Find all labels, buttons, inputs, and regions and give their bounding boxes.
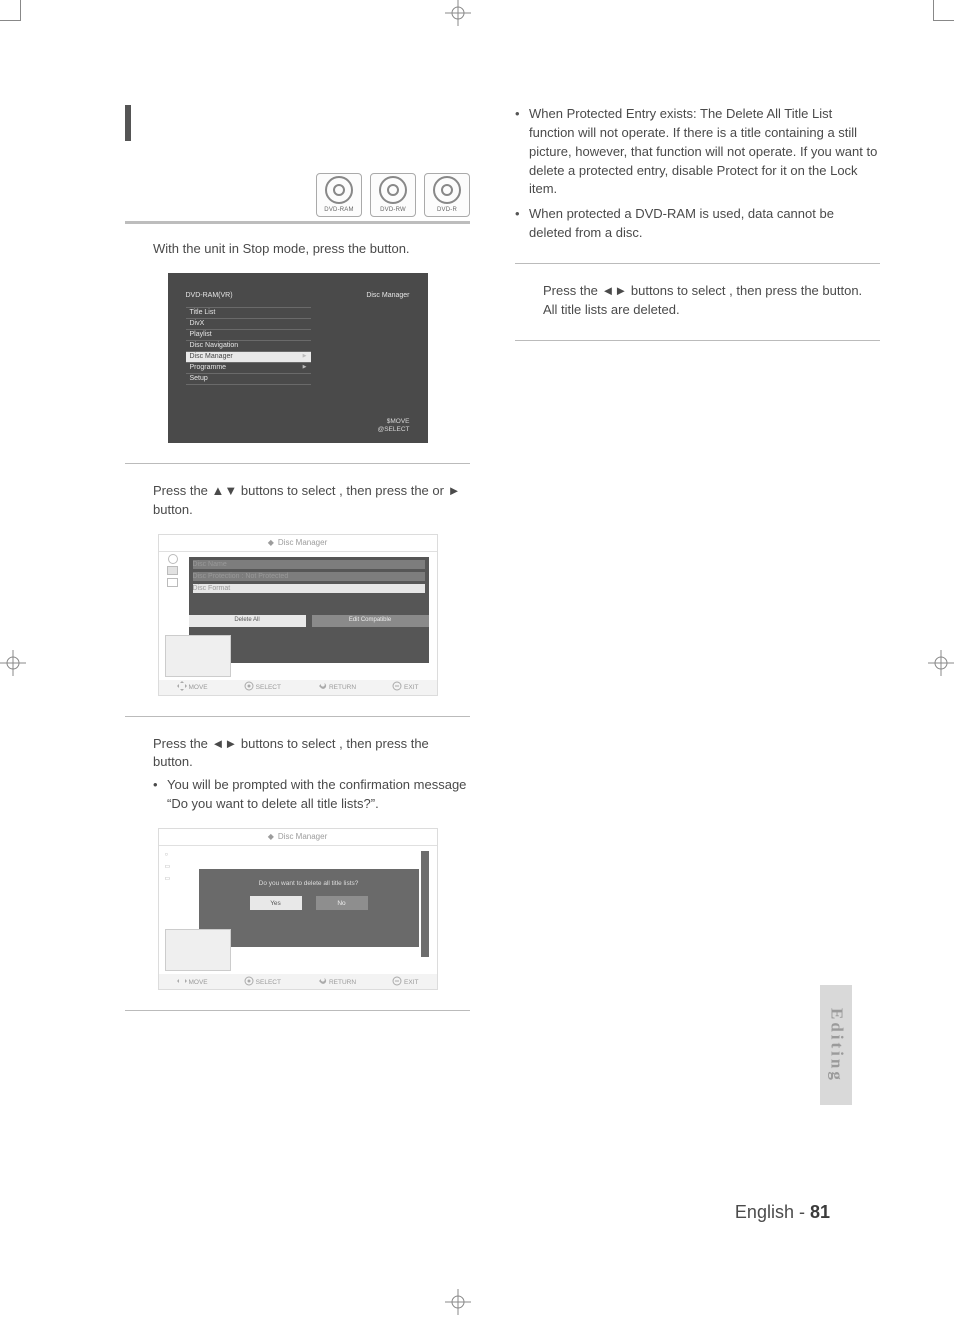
left-right-arrow-icon: ◄► [212, 735, 238, 754]
sub-bullet: •You will be prompted with the confirmat… [153, 776, 470, 814]
side-icon: ▭ [165, 875, 185, 885]
diamond-icon: ◆ [268, 831, 274, 843]
step-text: With the unit in Stop mode, press the [153, 241, 370, 256]
divider [125, 1010, 470, 1011]
registration-mark-icon [0, 650, 26, 676]
onscreen-menu-mock-1: DVD-RAM(VR)Disc Manager Title List DivX … [168, 273, 428, 443]
step-text: buttons to select [627, 283, 729, 298]
osd-row: Disc Navigation [190, 341, 239, 351]
osd-row-selected: Disc Manager [190, 352, 233, 362]
divider [125, 463, 470, 464]
side-icon: ▭ [165, 863, 185, 873]
up-down-arrow-icon: ▲▼ [212, 482, 238, 501]
note-bullet: When protected a DVD-RAM is used, data c… [515, 205, 880, 243]
crop-mark [0, 0, 21, 21]
step-text: , then press the [729, 283, 822, 298]
osd-row: Programme [190, 363, 227, 373]
registration-mark-icon [928, 650, 954, 676]
step-text: , then press the [339, 736, 429, 751]
nav-move: MOVE [177, 681, 208, 692]
nav-exit: EXIT [392, 681, 418, 692]
disc-dvd-rw-icon: DVD-RW [370, 173, 416, 217]
step-text: button. [822, 283, 862, 298]
step-text: Press the [543, 283, 602, 298]
left-right-arrow-icon: ◄► [602, 282, 628, 301]
nav-move: MOVE [177, 976, 208, 987]
osd-hint: @SELECT [378, 425, 410, 434]
divider [125, 716, 470, 717]
osd-title-right: Disc Manager [366, 291, 409, 301]
step-text: Press the [153, 736, 212, 751]
nav-select: SELECT [244, 681, 281, 692]
nav-return: RETURN [317, 681, 356, 692]
nav-select: SELECT [244, 976, 281, 987]
side-icon [167, 578, 178, 587]
right-arrow-icon: ► [448, 482, 461, 501]
registration-mark-icon [445, 1289, 471, 1315]
onscreen-menu-mock-2: ◆ Disc Manager Disc Name Disc Protection … [158, 534, 438, 696]
registration-mark-icon [445, 0, 471, 26]
disc-dvd-r-icon: DVD-R [424, 173, 470, 217]
page-footer: English - 81 [735, 1199, 830, 1225]
step-4: Press the ◄► buttons to select , then pr… [515, 282, 880, 320]
step-text: button. [153, 502, 193, 517]
nav-return: RETURN [317, 976, 356, 987]
osd-preview-pane [165, 929, 231, 971]
osd-right-strip [421, 851, 429, 957]
osd-button-yes: Yes [250, 896, 302, 910]
step-2: Press the ▲▼ buttons to select , then pr… [125, 482, 470, 696]
divider [125, 221, 470, 224]
osd-button-delete-all: Delete All [189, 615, 306, 627]
step-text-tail: button. [370, 241, 410, 256]
osd-header: Disc Manager [278, 831, 327, 843]
step-text: Press the [153, 483, 212, 498]
step-text: button. [153, 754, 193, 769]
notes-list: When Protected Entry exists: The Delete … [515, 105, 880, 243]
note-bullet: When Protected Entry exists: The Delete … [515, 105, 880, 199]
step-text: buttons to select [237, 483, 339, 498]
osd-row: Playlist [190, 330, 212, 340]
osd-dialog-text: Do you want to delete all title lists? [199, 869, 419, 896]
side-icon [167, 566, 178, 575]
osd-title-left: DVD-RAM(VR) [186, 291, 233, 301]
osd-field: Disc Protection : Not Protected [193, 573, 289, 580]
divider [515, 263, 880, 264]
osd-row: DivX [190, 319, 205, 329]
triangle-right-icon: ▶ [303, 364, 307, 371]
onscreen-menu-mock-3: ◆ Disc Manager ○ ▭ ▭ Do you want to delet… [158, 828, 438, 990]
osd-field: Disc Name [193, 561, 227, 568]
osd-row: Setup [190, 374, 208, 384]
nav-exit: EXIT [392, 976, 418, 987]
disc-type-row: DVD-RAM DVD-RW DVD-R [125, 173, 470, 217]
disc-dvd-ram-icon: DVD-RAM [316, 173, 362, 217]
osd-field-selected: Disc Format [193, 585, 231, 592]
step-3: Press the ◄► buttons to select , then pr… [125, 735, 470, 990]
step-text: or [432, 483, 447, 498]
osd-button-edit-compatible: Edit Compatible [312, 615, 429, 627]
osd-button-no: No [316, 896, 368, 910]
crop-mark [933, 0, 954, 21]
section-tab: Editing [820, 985, 852, 1105]
divider [515, 340, 880, 341]
osd-header: Disc Manager [278, 537, 327, 549]
diamond-icon: ◆ [268, 537, 274, 549]
step-text: buttons to select [237, 736, 339, 751]
osd-preview-pane [165, 635, 231, 677]
osd-row: Title List [190, 308, 216, 318]
step-result: All title lists are deleted. [543, 302, 680, 317]
triangle-right-icon: ▶ [303, 353, 307, 360]
side-icon [168, 554, 178, 564]
step-text: , then press the [339, 483, 432, 498]
side-icon: ○ [165, 851, 185, 861]
step-1: With the unit in Stop mode, press the bu… [125, 240, 470, 443]
